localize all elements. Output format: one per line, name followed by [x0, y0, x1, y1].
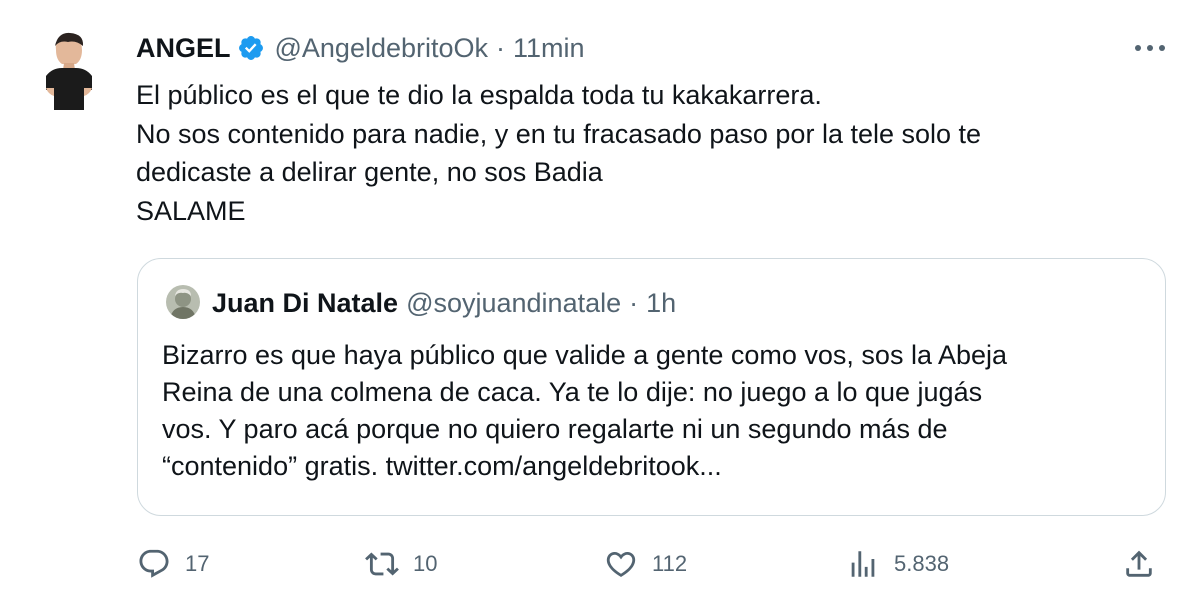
quoted-tweet-card[interactable]: Juan Di Natale @soyjuandinatale · 1h Biz… [137, 258, 1166, 516]
views-button[interactable]: 5.838 [846, 540, 949, 588]
share-button[interactable] [1122, 540, 1156, 588]
separator-dot: · [496, 32, 506, 63]
reply-count: 17 [185, 551, 210, 576]
reply-icon [139, 549, 169, 578]
heart-icon [606, 551, 636, 577]
tweet-text-line: El público es el que te dio la espalda t… [136, 80, 822, 110]
quote-text-line: Reina de una colmena de caca. Ya te lo d… [162, 377, 983, 407]
like-button[interactable]: 112 [604, 540, 687, 588]
author-handle[interactable]: @AngeldebritoOk [275, 33, 489, 64]
tweet-header: ANGEL @AngeldebritoOk · 11min [136, 30, 585, 66]
author-avatar[interactable] [40, 30, 98, 110]
quote-author-handle: @soyjuandinatale [406, 287, 622, 318]
author-name[interactable]: ANGEL [136, 33, 231, 64]
quote-author-name: Juan Di Natale [212, 287, 399, 318]
views-count: 5.838 [894, 551, 950, 576]
tweet-text-line: No sos contenido para nadie, y en tu fra… [136, 118, 982, 149]
like-count: 112 [652, 551, 688, 576]
more-options-button[interactable] [1130, 36, 1170, 60]
quote-author-avatar [166, 285, 200, 319]
quote-text-line: “contenido” gratis. twitter.com/angeldeb… [162, 451, 722, 481]
tweet-text-line: SALAME [136, 195, 246, 226]
verified-badge-icon [238, 36, 263, 60]
quote-text-line: Bizarro es que haya público que valide a… [162, 340, 1008, 370]
share-icon [1126, 550, 1152, 577]
views-icon [851, 551, 875, 577]
quote-header: Juan Di Natale @soyjuandinatale · 1h [212, 285, 676, 321]
action-bar: 17 10 112 5.838 [0, 540, 1200, 588]
tweet-text-line: dedicaste a delirar gente, no sos Badia [136, 157, 603, 187]
quote-text-line: vos. Y paro acá porque no quiero regalar… [162, 414, 948, 444]
quote-text: Bizarro es que haya público que valide a… [162, 337, 1142, 485]
more-horizontal-icon [1135, 45, 1165, 51]
quote-time: 1h [646, 287, 677, 318]
retweet-button[interactable]: 10 [365, 540, 437, 588]
tweet-time[interactable]: 11min [513, 33, 585, 64]
retweet-count: 10 [413, 551, 438, 576]
separator-dot: · [629, 287, 639, 318]
reply-button[interactable]: 17 [137, 540, 209, 588]
tweet-text: El público es el que te dio la espalda t… [136, 76, 1166, 230]
retweet-icon [365, 552, 399, 576]
